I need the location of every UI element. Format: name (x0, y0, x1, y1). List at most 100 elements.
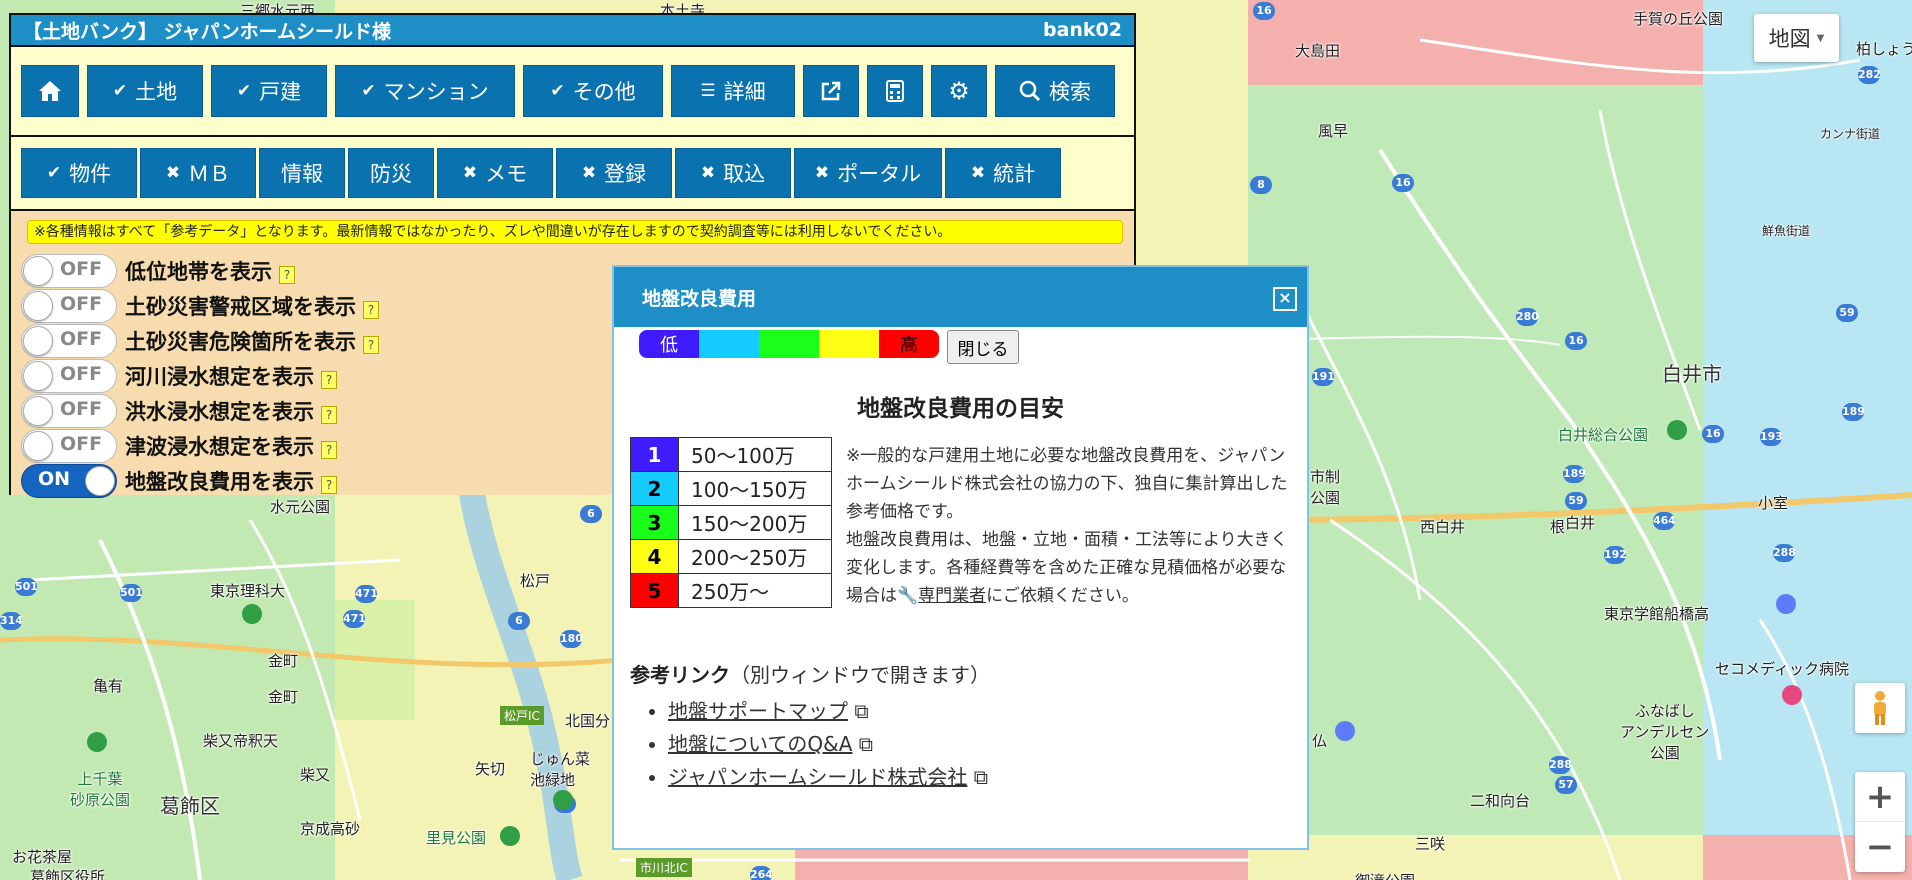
search-icon (1019, 80, 1041, 102)
help-icon[interactable]: ? (279, 266, 295, 284)
calculator-button[interactable] (867, 65, 923, 117)
map-label: 二和向台 (1470, 792, 1531, 810)
ground-improvement-toggle[interactable]: ON (21, 464, 117, 498)
mansion-button[interactable]: ✔ マンション (335, 65, 515, 117)
flood-toggle[interactable]: OFF (21, 394, 117, 428)
other-button[interactable]: ✔ その他 (523, 65, 663, 117)
toggle-label: 土砂災害警戒区域を表示 (125, 295, 356, 319)
toggle-label: 洪水浸水想定を表示 (125, 400, 314, 424)
user-id: bank02 (1042, 19, 1122, 41)
info-button-label: 情報 (281, 162, 323, 186)
disaster-button[interactable]: 防災 (348, 148, 434, 198)
reference-link[interactable]: ジャパンホームシールド株式会社 (668, 765, 967, 789)
legend-high: 高 (879, 330, 939, 358)
memo-button-label: メモ (485, 162, 528, 186)
list-item: 地盤サポートマップ ⧉ (668, 695, 988, 728)
info-button[interactable]: 情報 (259, 148, 345, 198)
route-shield-icon: 57 (1555, 776, 1577, 794)
stats-button-label: 統計 (993, 162, 1036, 186)
zoom-in-button[interactable]: + (1855, 772, 1905, 822)
map-type-select[interactable]: 地図 ▼ (1754, 14, 1839, 62)
property-button[interactable]: ✔ 物件 (21, 148, 137, 198)
map-label: 亀有 (93, 677, 124, 695)
specialist-link[interactable]: 専門業者 (918, 586, 986, 606)
help-icon[interactable]: ? (321, 406, 337, 424)
street-view-pegman-icon[interactable] (1855, 683, 1905, 733)
route-shield-icon: 16 (1392, 174, 1414, 192)
reference-link[interactable]: 地盤についてのQ&A (668, 732, 852, 756)
settings-button[interactable]: ⚙ (931, 65, 987, 117)
toggle-row-ground-improvement: ON 地盤改良費用を表示 ? (21, 464, 337, 498)
house-button[interactable]: ✔ 戸建 (211, 65, 327, 117)
memo-button[interactable]: ✖ メモ (437, 148, 553, 198)
home-icon (39, 81, 61, 101)
close-icon: ✖ (462, 163, 478, 183)
toggle-knob (85, 466, 115, 496)
table-row: 3 150〜200万 (630, 505, 832, 540)
cost-range: 150〜200万 (678, 505, 832, 540)
map-label: 白井市 (1662, 362, 1722, 386)
mb-button[interactable]: ✖ ＭＢ (140, 148, 256, 198)
map-label: 京成高砂 (300, 820, 361, 838)
cost-range: 50〜100万 (678, 437, 832, 472)
register-button[interactable]: ✖ 登録 (556, 148, 672, 198)
map-label: 葛飾区役所 (30, 868, 106, 880)
home-button[interactable] (21, 65, 79, 117)
check-circle-icon: ✔ (361, 81, 376, 101)
help-icon[interactable]: ? (321, 476, 337, 494)
house-button-label: 戸建 (259, 80, 302, 104)
land-button[interactable]: ✔ 土地 (87, 65, 203, 117)
toggle-state: OFF (60, 293, 103, 315)
sliders-icon: ☰ (700, 81, 716, 101)
other-button-label: その他 (572, 80, 636, 104)
map-label: 大島田 (1295, 42, 1341, 60)
route-shield-icon: 314 (0, 612, 23, 630)
map-label: 北国分 (565, 712, 611, 730)
close-icon: ✖ (814, 163, 830, 183)
map-label: 白井 (1565, 514, 1596, 532)
map-label: 根 (1550, 518, 1566, 536)
import-button[interactable]: ✖ 取込 (675, 148, 791, 198)
map-label: 金町 (268, 688, 299, 706)
tsunami-toggle[interactable]: OFF (21, 429, 117, 463)
legend-close-button[interactable]: 閉じる (947, 330, 1019, 364)
help-icon[interactable]: ? (363, 336, 379, 354)
check-circle-icon: ✔ (46, 163, 62, 183)
check-circle-icon: ✔ (236, 81, 252, 101)
search-button-label: 検索 (1049, 80, 1091, 104)
landslide-danger-toggle[interactable]: OFF (21, 324, 117, 358)
landslide-warning-toggle[interactable]: OFF (21, 289, 117, 323)
cost-range: 100〜150万 (678, 471, 832, 506)
map-label: 松戸 (520, 572, 551, 590)
external-link-button[interactable] (803, 65, 859, 117)
reference-link[interactable]: 地盤サポートマップ (668, 699, 848, 723)
river-flood-toggle[interactable]: OFF (21, 359, 117, 393)
map-label: 東京学館船橋高 (1604, 605, 1710, 623)
route-shield-icon: 192 (1604, 546, 1627, 564)
zoom-out-button[interactable]: − (1855, 822, 1905, 872)
help-icon[interactable]: ? (321, 441, 337, 459)
route-shield-icon: 464 (1653, 512, 1676, 530)
route-shield-icon: 180 (560, 630, 583, 648)
map-label: お花茶屋 (12, 848, 73, 866)
map-label: 東京理科大 (210, 582, 286, 600)
route-shield-icon: 288 (1549, 756, 1572, 774)
detail-button[interactable]: ☰ 詳細 (671, 65, 795, 117)
low-land-toggle[interactable]: OFF (21, 254, 117, 288)
map-label: 風早 (1318, 122, 1349, 140)
toggle-knob (23, 326, 53, 356)
property-button-label: 物件 (69, 162, 112, 186)
help-icon[interactable]: ? (363, 301, 379, 319)
external-link-icon: ⧉ (858, 732, 874, 756)
main-toolbar: ✔ 土地 ✔ 戸建 ✔ マンション ✔ その他 ☰ 詳細 ⚙ 検索 (11, 47, 1134, 137)
help-icon[interactable]: ? (321, 371, 337, 389)
stats-button[interactable]: ✖ 統計 (945, 148, 1061, 198)
map-label: カンナ街道 (1820, 127, 1881, 141)
modal-close-button[interactable]: × (1273, 287, 1297, 311)
zoom-control: + − (1855, 772, 1905, 872)
cost-rank: 2 (630, 471, 679, 506)
search-button[interactable]: 検索 (995, 65, 1115, 117)
portal-button[interactable]: ✖ ポータル (794, 148, 942, 198)
import-button-label: 取込 (723, 162, 766, 186)
route-shield-icon: 264 (750, 866, 773, 880)
